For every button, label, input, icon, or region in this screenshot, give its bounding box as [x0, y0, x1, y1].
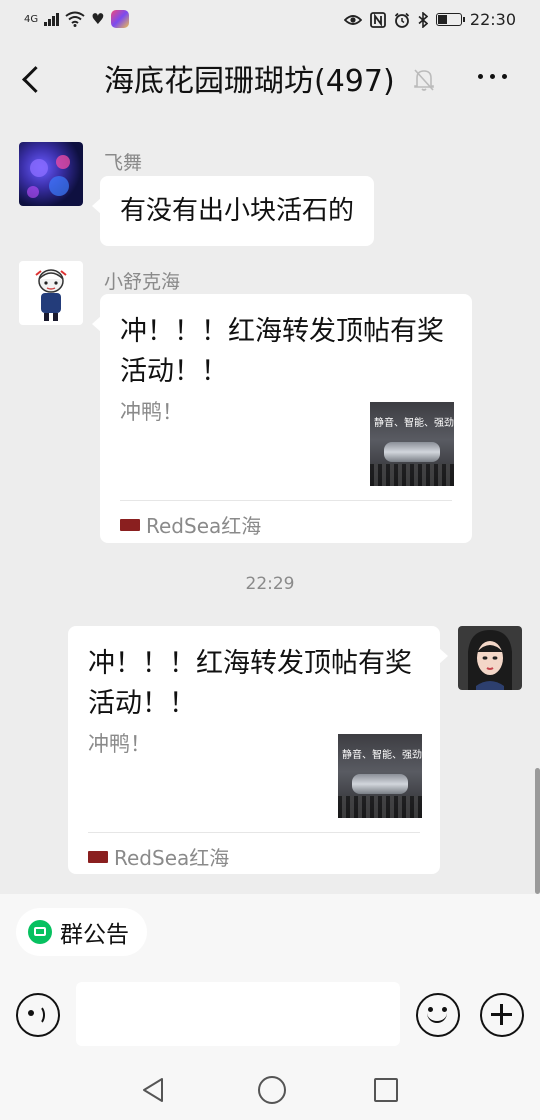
- alarm-icon: [394, 12, 410, 28]
- mute-bell-icon: [414, 69, 434, 91]
- more-actions-button[interactable]: [480, 993, 524, 1037]
- health-icon: ♥: [91, 10, 105, 28]
- nav-home-icon[interactable]: [258, 1076, 286, 1104]
- back-button[interactable]: [18, 62, 48, 98]
- thumbnail-caption: 静音、智能、强劲: [342, 750, 422, 761]
- avatar[interactable]: [458, 626, 522, 690]
- bluetooth-icon: [418, 11, 428, 28]
- card-source: RedSea红海: [88, 842, 229, 871]
- card-thumbnail: 静音、智能、强劲: [338, 734, 422, 818]
- nfc-icon: [369, 11, 386, 28]
- emoji-button[interactable]: [416, 993, 460, 1037]
- redsea-logo-icon: [88, 850, 108, 863]
- card-source-name: RedSea红海: [146, 514, 262, 538]
- system-navigation-bar: [0, 1056, 540, 1120]
- network-type: 4G: [24, 13, 39, 25]
- thumbnail-caption: 静音、智能、强劲: [374, 418, 454, 429]
- more-options-button[interactable]: [478, 74, 507, 79]
- notice-icon: [28, 920, 52, 944]
- redsea-logo-icon: [120, 518, 140, 531]
- card-source-name: RedSea红海: [114, 846, 230, 870]
- avatar[interactable]: [19, 142, 83, 206]
- status-time: 22:30: [469, 10, 516, 29]
- scrollbar-thumb[interactable]: [535, 768, 540, 894]
- nav-back-icon[interactable]: [140, 1076, 168, 1104]
- card-title: 冲！！！红海转发顶帖有奖活动！！: [88, 648, 412, 719]
- link-card[interactable]: 冲！！！红海转发顶帖有奖活动！！ 冲鸭！ 静音、智能、强劲 RedSea红海: [92, 294, 472, 543]
- group-notice-label: 群公告: [60, 922, 129, 948]
- sender-name: 飞舞: [104, 152, 143, 174]
- message-input[interactable]: [76, 982, 400, 1046]
- message-timestamp: 22:29: [245, 574, 295, 594]
- sender-name: 小舒克海: [104, 271, 181, 293]
- card-thumbnail: 静音、智能、强劲: [370, 402, 454, 486]
- group-notice-button[interactable]: 群公告: [16, 908, 147, 956]
- link-card[interactable]: 冲！！！红海转发顶帖有奖活动！！ 冲鸭！ 静音、智能、强劲 RedSea红海: [68, 626, 448, 874]
- voice-input-button[interactable]: [16, 993, 60, 1037]
- card-divider: [88, 832, 420, 833]
- message-bubble[interactable]: 有没有出小块活石的: [91, 176, 375, 246]
- status-left: 4G ♥: [24, 10, 129, 28]
- chat-title: 海底花园珊瑚坊(497): [104, 64, 395, 99]
- status-right: 22:30: [343, 10, 516, 29]
- avatar[interactable]: [19, 261, 83, 325]
- wifi-icon: [65, 11, 85, 27]
- app-icon: [110, 10, 129, 28]
- signal-icon: [44, 12, 60, 26]
- card-description: 冲鸭！: [120, 400, 183, 424]
- eye-comfort-icon: [343, 14, 362, 25]
- chat-header: 海底花园珊瑚坊(497): [0, 40, 540, 120]
- card-description: 冲鸭！: [88, 732, 151, 756]
- nav-recent-apps-icon[interactable]: [374, 1078, 398, 1102]
- card-title: 冲！！！红海转发顶帖有奖活动！！: [120, 316, 444, 387]
- card-divider: [120, 500, 452, 501]
- battery-icon: [435, 13, 465, 26]
- status-bar: 4G ♥ 22:30: [0, 0, 540, 40]
- card-source: RedSea红海: [120, 510, 261, 539]
